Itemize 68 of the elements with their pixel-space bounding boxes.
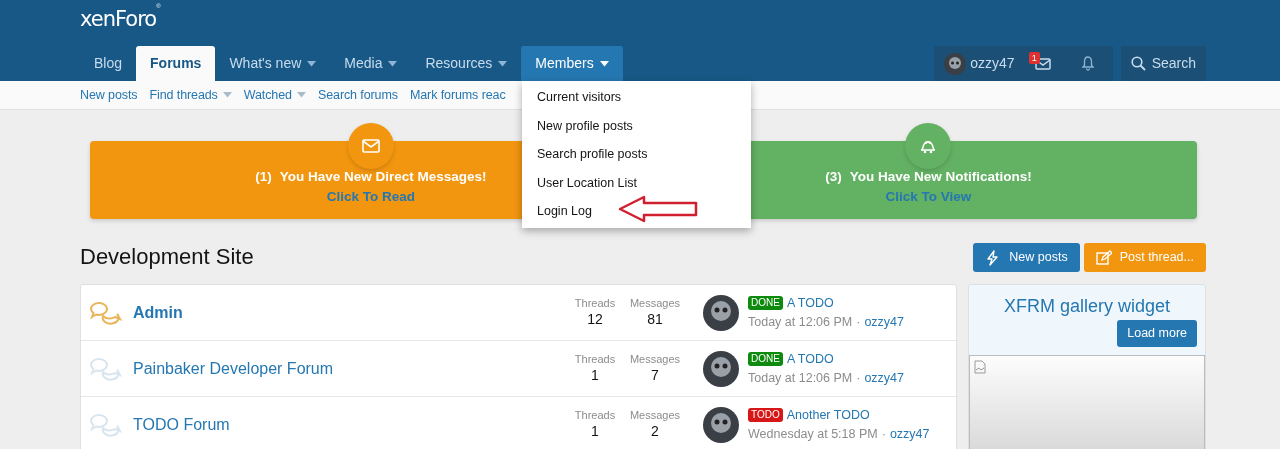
sub-nav-link[interactable]: Find threads — [149, 85, 244, 105]
search-button[interactable]: Search — [1120, 46, 1206, 81]
envelope-icon — [347, 123, 394, 169]
avatar-icon — [703, 294, 739, 331]
separator-dot: · — [856, 369, 861, 387]
menu-item[interactable]: New profile posts — [522, 111, 751, 141]
forum-title-link[interactable]: Painbaker Developer Forum — [133, 356, 565, 381]
load-more-button[interactable]: Load more — [1117, 320, 1197, 347]
account-link[interactable]: ozzy47 — [944, 52, 1015, 75]
message-count-badge: 1 — [1028, 51, 1040, 64]
page-title: Development Site — [80, 244, 254, 271]
separator-dot: · — [856, 313, 861, 331]
user-link[interactable]: ozzy47 — [864, 312, 904, 332]
nav-tab[interactable]: Blog — [80, 46, 137, 81]
sub-nav-link[interactable]: Watched — [243, 85, 318, 105]
stat-label: Messages — [628, 352, 682, 367]
notice-text: You Have New Notifications! — [849, 168, 1032, 186]
nav-tab[interactable]: Media — [330, 46, 412, 81]
sub-nav-link[interactable]: Search forums — [317, 85, 410, 105]
edit-icon — [1095, 249, 1112, 266]
stat-label: Threads — [573, 408, 617, 423]
sub-nav-link[interactable]: Mark forums reac — [409, 85, 518, 105]
stat-label: Messages — [628, 408, 682, 423]
new-posts-button[interactable]: New posts — [973, 243, 1080, 272]
avatar-icon — [944, 52, 967, 75]
envelope-icon — [1034, 57, 1051, 70]
notice-count: (1) — [255, 168, 272, 186]
forum-title-link[interactable]: Admin — [133, 300, 565, 325]
stat-label: Threads — [573, 352, 617, 367]
post-time: Wednesday at 5:18 PM — [748, 425, 878, 443]
stat-value: 81 — [646, 310, 664, 329]
alerts-button[interactable] — [1080, 56, 1095, 71]
nav-tab[interactable]: Forums — [136, 46, 216, 81]
prefix-label: DONE — [748, 296, 783, 311]
nav-tab[interactable]: Members — [521, 46, 623, 81]
sub-nav-link[interactable]: New posts — [80, 85, 150, 105]
stat-label: Threads — [573, 296, 617, 311]
prefix-label: TODO — [748, 408, 783, 423]
broken-image-icon — [974, 360, 986, 374]
menu-item[interactable]: Current visitors — [522, 83, 751, 112]
nav-tab[interactable]: Resources — [411, 46, 522, 81]
bell-icon — [1080, 56, 1095, 71]
search-icon — [1130, 56, 1146, 71]
user-link[interactable]: ozzy47 — [889, 424, 930, 444]
forum-title-link[interactable]: TODO Forum — [133, 412, 565, 437]
prefix-label: DONE — [748, 352, 783, 367]
stat-label: Messages — [628, 296, 682, 311]
thread-link[interactable]: Another TODO — [786, 405, 870, 425]
stat-value: 1 — [590, 366, 600, 385]
user-link[interactable]: ozzy47 — [864, 368, 904, 388]
thread-link[interactable]: A TODO — [786, 293, 834, 313]
avatar-icon — [703, 350, 739, 387]
stat-value: 2 — [650, 422, 660, 441]
bell-icon — [905, 123, 952, 169]
nav-tab[interactable]: What's new — [215, 46, 331, 81]
thread-link[interactable]: A TODO — [786, 349, 834, 369]
site-logo[interactable]: xenForo — [80, 9, 157, 30]
widget-title: XFRM gallery widget — [1002, 295, 1172, 318]
stat-value: 12 — [586, 310, 604, 329]
avatar-icon — [703, 406, 739, 443]
messages-button[interactable]: 1 — [1028, 51, 1051, 70]
notice-text: You Have New Direct Messages! — [279, 168, 487, 186]
stat-value: 7 — [650, 366, 660, 385]
separator-dot: · — [881, 425, 886, 443]
notice-count: (3) — [825, 168, 842, 186]
stat-value: 1 — [590, 422, 600, 441]
post-time: Today at 12:06 PM — [748, 369, 853, 387]
post-time: Today at 12:06 PM — [748, 313, 853, 331]
